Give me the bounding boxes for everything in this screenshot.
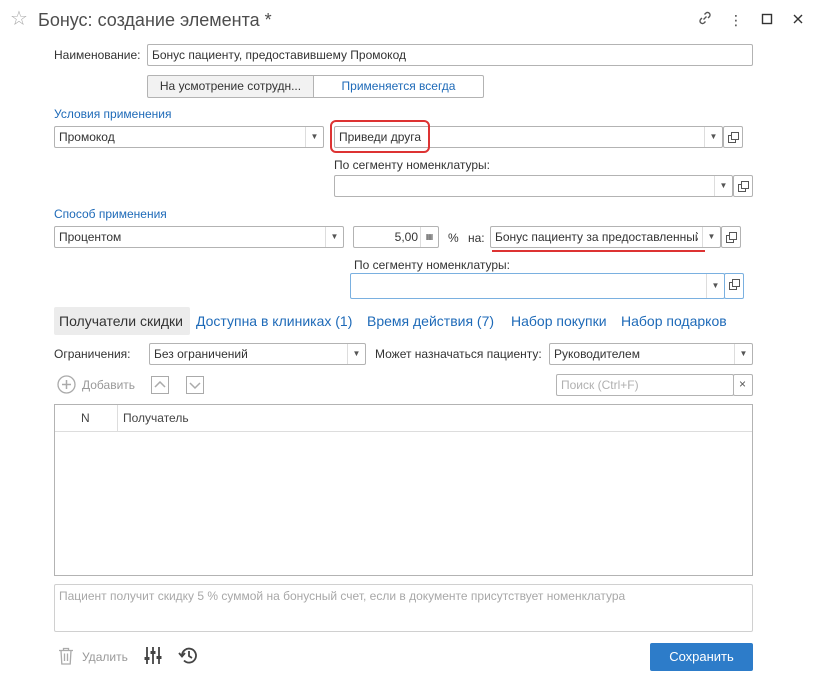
- chevron-down-icon[interactable]: ▼: [706, 274, 724, 298]
- condition-type-select[interactable]: Промокод ▼: [54, 126, 324, 148]
- history-icon: [178, 647, 197, 664]
- assign-label: Может назначаться пациенту:: [375, 347, 542, 361]
- clear-search-button[interactable]: ×: [733, 374, 753, 396]
- column-header-recipient[interactable]: Получатель: [123, 411, 189, 425]
- sliders-icon: [144, 647, 162, 664]
- limit-select[interactable]: Без ограничений ▼: [149, 343, 366, 365]
- chevron-down-icon[interactable]: ▼: [734, 344, 752, 364]
- close-icon[interactable]: [788, 10, 808, 30]
- move-up-button[interactable]: [151, 376, 169, 397]
- title-bar: ☆ Бонус: создание элемента * ⋮: [0, 0, 816, 40]
- limit-label: Ограничения:: [54, 347, 131, 361]
- recipients-table[interactable]: N Получатель: [54, 404, 753, 576]
- name-input-value: Бонус пациенту, предоставившему Промокод: [152, 48, 406, 62]
- condition-segment-label: По сегменту номенклатуры:: [334, 158, 490, 172]
- delete-button[interactable]: [58, 647, 74, 668]
- tab-purchase-set[interactable]: Набор покупки: [511, 312, 607, 330]
- chevron-down-icon[interactable]: ▼: [305, 127, 323, 147]
- calculator-icon[interactable]: ▦: [420, 227, 438, 247]
- window-title: Бонус: создание элемента *: [38, 10, 272, 30]
- add-button-label[interactable]: Добавить: [82, 378, 135, 392]
- name-input[interactable]: Бонус пациенту, предоставившему Промокод: [147, 44, 753, 66]
- conditions-section-label: Условия применения: [54, 107, 172, 121]
- open-window-icon: [729, 279, 740, 290]
- condition-type-value: Промокод: [59, 130, 115, 144]
- open-window-icon: [738, 181, 749, 192]
- open-window-icon: [728, 132, 739, 143]
- tab-clinics[interactable]: Доступна в клиниках (1): [196, 312, 352, 330]
- tab-recipients[interactable]: Получатели скидки: [59, 312, 183, 330]
- save-button[interactable]: Сохранить: [650, 643, 753, 671]
- method-type-select[interactable]: Процентом ▼: [54, 226, 344, 248]
- bonus-value: Бонус пациенту за предоставленный: [495, 230, 698, 244]
- condition-segment-select[interactable]: ▼: [334, 175, 733, 197]
- link-icon[interactable]: [695, 10, 715, 30]
- name-label: Наименование:: [54, 48, 141, 62]
- move-down-button[interactable]: [186, 376, 204, 397]
- amount-input[interactable]: 5,00 ▦: [353, 226, 439, 248]
- search-placeholder: Поиск (Ctrl+F): [561, 378, 639, 392]
- history-button[interactable]: [178, 646, 198, 668]
- toggle-discretion[interactable]: На усмотрение сотрудн...: [147, 75, 314, 98]
- open-promo-button[interactable]: [723, 126, 743, 148]
- favorite-star-icon[interactable]: ☆: [10, 9, 28, 29]
- more-menu-icon[interactable]: ⋮: [726, 10, 746, 30]
- chevron-down-icon[interactable]: ▼: [702, 227, 720, 247]
- add-button[interactable]: [57, 375, 76, 397]
- description-text: Пациент получит скидку 5 % суммой на бон…: [59, 589, 626, 603]
- method-type-value: Процентом: [59, 230, 122, 244]
- method-segment-select[interactable]: ▼: [350, 273, 725, 299]
- on-label: на:: [468, 231, 485, 245]
- assign-select[interactable]: Руководителем ▼: [549, 343, 753, 365]
- description-textarea[interactable]: Пациент получит скидку 5 % суммой на бон…: [54, 584, 753, 632]
- clear-icon: ×: [739, 377, 747, 391]
- plus-circle-icon: [57, 375, 76, 394]
- toggle-always[interactable]: Применяется всегда: [313, 75, 484, 98]
- limit-value: Без ограничений: [154, 347, 248, 361]
- open-window-icon: [726, 232, 737, 243]
- tab-gift-set[interactable]: Набор подарков: [621, 312, 727, 330]
- chevron-down-icon[interactable]: ▼: [325, 227, 343, 247]
- chevron-down-icon[interactable]: ▼: [714, 176, 732, 196]
- arrow-down-icon: [186, 376, 204, 394]
- arrow-up-icon: [151, 376, 169, 394]
- search-input[interactable]: Поиск (Ctrl+F): [556, 374, 734, 396]
- open-bonus-button[interactable]: [721, 226, 741, 248]
- tab-duration[interactable]: Время действия (7): [367, 312, 494, 330]
- chevron-down-icon[interactable]: ▼: [347, 344, 365, 364]
- trash-icon: [59, 647, 73, 665]
- chevron-down-icon[interactable]: ▼: [704, 127, 722, 147]
- amount-value: 5,00: [394, 230, 418, 244]
- settings-button[interactable]: [144, 646, 162, 668]
- method-segment-label: По сегменту номенклатуры:: [354, 258, 510, 272]
- open-method-segment-button[interactable]: [724, 273, 744, 299]
- maximize-icon[interactable]: [757, 10, 777, 30]
- bonus-select[interactable]: Бонус пациенту за предоставленный ▼: [490, 226, 721, 248]
- highlight-underline: [492, 250, 705, 252]
- delete-button-label[interactable]: Удалить: [82, 650, 128, 664]
- highlight-oval: [330, 120, 430, 153]
- assign-value: Руководителем: [554, 347, 640, 361]
- column-header-n[interactable]: N: [81, 411, 90, 425]
- table-header: N Получатель: [55, 405, 752, 432]
- open-condition-segment-button[interactable]: [733, 175, 753, 197]
- percent-label: %: [448, 231, 459, 245]
- method-section-label: Способ применения: [54, 207, 167, 221]
